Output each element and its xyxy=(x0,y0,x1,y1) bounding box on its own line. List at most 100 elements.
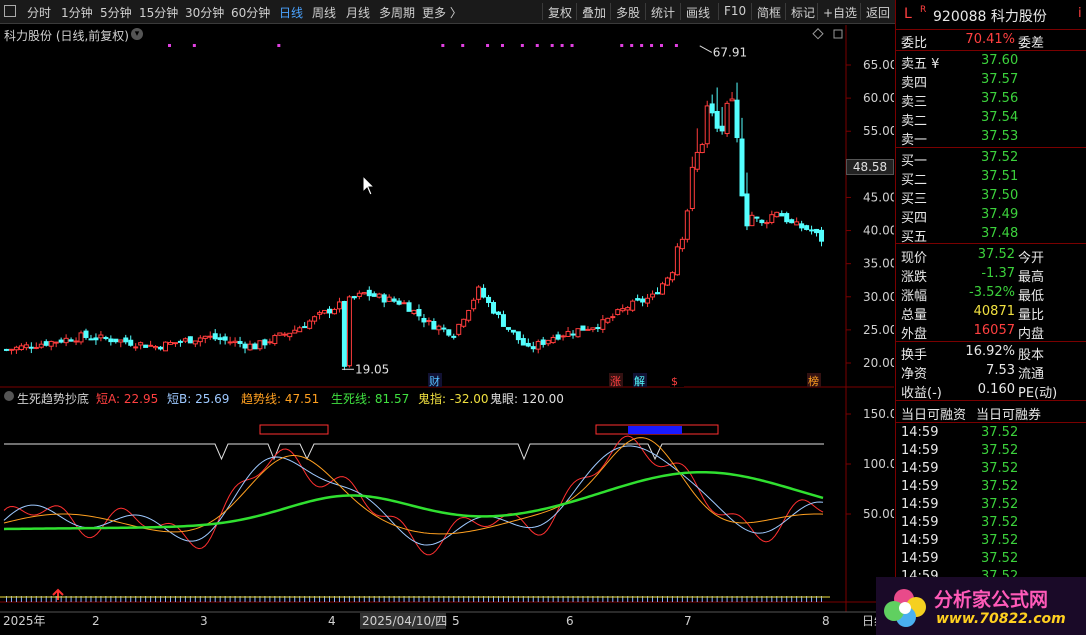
x-axis-label: 5 xyxy=(452,614,460,628)
period-tab-1[interactable]: 1分钟 xyxy=(61,4,93,21)
candle-body xyxy=(98,334,104,339)
signal-dot xyxy=(461,44,465,47)
signal-dot xyxy=(674,44,678,47)
candle-body xyxy=(570,333,576,336)
trend-curve xyxy=(3,437,824,535)
toolbar-button-2[interactable]: 多股 xyxy=(616,4,640,21)
period-tab-4[interactable]: 30分钟 xyxy=(185,4,224,21)
margin-finance-label[interactable]: 当日可融资 xyxy=(901,404,966,423)
toolbar-separator xyxy=(751,3,752,20)
toolbar-button-8[interactable]: +自选 xyxy=(823,4,857,21)
eye-label: 鬼眼: 120.00 xyxy=(490,392,564,406)
margin-short-label[interactable]: 当日可融券 xyxy=(976,404,1041,423)
candle-body xyxy=(481,287,487,298)
indicator-name: 生死趋势抄底 xyxy=(17,392,90,406)
candle-body xyxy=(351,296,357,299)
candle-body xyxy=(212,333,218,340)
period-tab-9[interactable]: 多周期 xyxy=(379,4,415,21)
candle-body xyxy=(804,225,810,230)
signal-box xyxy=(259,424,329,435)
candle-body xyxy=(590,327,596,331)
toolbar-button-5[interactable]: F10 xyxy=(724,4,746,18)
ask-row-0: 卖五 ¥ 37.60 xyxy=(896,52,1086,72)
period-tab-0[interactable]: 分时 xyxy=(27,4,51,21)
candle-body xyxy=(187,336,193,344)
period-tab-7[interactable]: 周线 xyxy=(312,4,336,21)
toolbar-menu-toggle[interactable] xyxy=(4,5,16,17)
candle-body xyxy=(525,342,531,347)
fundamental-value: 7.53 xyxy=(986,363,1015,378)
signal-dot xyxy=(168,44,171,47)
info-icon[interactable]: i xyxy=(1078,6,1082,21)
candle-body xyxy=(113,338,119,343)
toolbar-separator xyxy=(645,3,646,20)
candle-body xyxy=(252,343,258,350)
diamond-icon xyxy=(812,28,824,40)
candle-body xyxy=(167,341,173,345)
candle-body xyxy=(53,341,59,344)
signal-dot xyxy=(520,44,524,47)
candle-body xyxy=(600,319,606,330)
toolbar-button-0[interactable]: 复权 xyxy=(548,4,572,21)
candle-body xyxy=(456,323,462,335)
toolbar-button-4[interactable]: 画线 xyxy=(686,4,710,21)
candle-body xyxy=(43,341,49,346)
toolbar-separator xyxy=(542,3,543,20)
candle-body xyxy=(182,338,188,342)
candle-body xyxy=(674,246,680,276)
ask-row-4-label: 卖一 xyxy=(901,133,928,148)
candle-body xyxy=(684,210,690,240)
candle-body xyxy=(336,301,342,310)
toolbar-button-7[interactable]: 标记 xyxy=(791,4,815,21)
toolbar-button-3[interactable]: 统计 xyxy=(651,4,675,21)
event-marker-1: 涨 xyxy=(610,375,621,388)
period-tab-10[interactable]: 更多 〉 xyxy=(422,4,462,21)
candle-body xyxy=(759,219,765,224)
kline-chart[interactable]: 65.00 60.00 55.00 50.00 45.00 40.00 35.00 30.00… xyxy=(0,25,897,635)
candle-body xyxy=(704,105,710,145)
candle-body xyxy=(267,341,273,344)
fundamental-value: 0.160 xyxy=(977,382,1015,397)
signal-dot xyxy=(192,44,196,47)
candle-body xyxy=(143,344,149,348)
x-axis-label: 3 xyxy=(200,614,208,628)
collapse-icon[interactable]: ▾ xyxy=(131,28,143,40)
x-axis-label: 2025年 xyxy=(3,614,46,628)
toolbar-button-6[interactable]: 简框 xyxy=(757,4,781,21)
toolbar-button-1[interactable]: 叠加 xyxy=(582,4,606,21)
candle-body xyxy=(222,336,228,341)
x-axis-label: 2025/04/10/四 xyxy=(362,614,447,628)
candle-body xyxy=(327,308,333,314)
candle-body xyxy=(640,298,646,303)
period-tab-6[interactable]: 日线 xyxy=(279,4,303,21)
bid-row-3: 买四 37.49 xyxy=(896,206,1086,226)
stat-label: 外盘 xyxy=(901,327,928,342)
x-axis-label: 7 xyxy=(684,614,692,628)
period-tab-2[interactable]: 5分钟 xyxy=(100,4,132,21)
candle-body xyxy=(192,340,198,345)
life-label: 生死线: 81.57 xyxy=(331,392,410,406)
ask-row-2: 卖三 37.56 xyxy=(896,90,1086,110)
candle-body xyxy=(416,308,422,317)
stock-code-name[interactable]: 920088 科力股份 xyxy=(933,6,1047,26)
candle-body xyxy=(93,337,99,341)
period-tab-3[interactable]: 15分钟 xyxy=(139,4,178,21)
indicator-collapse-icon[interactable] xyxy=(4,391,14,401)
candle-body xyxy=(749,214,755,227)
period-tab-8[interactable]: 月线 xyxy=(346,4,370,21)
price-tick-label: 20.00 xyxy=(863,356,894,370)
stat-label: 涨幅 xyxy=(901,289,928,304)
signal-dot xyxy=(535,44,539,47)
candle-body xyxy=(550,336,556,344)
candle-body xyxy=(605,317,611,323)
candle-body xyxy=(615,309,621,316)
fundamental-label: 收益(-) xyxy=(901,386,942,401)
ask-row-3: 卖二 37.54 xyxy=(896,109,1086,129)
period-tab-5[interactable]: 60分钟 xyxy=(231,4,270,21)
fundamental-label: 换手 xyxy=(901,348,928,363)
candle-body xyxy=(13,346,19,351)
toolbar-button-9[interactable]: 返回 xyxy=(866,4,890,21)
candle-body xyxy=(158,346,164,350)
candle-body xyxy=(302,326,308,329)
chart-area[interactable]: 65.00 60.00 55.00 50.00 45.00 40.00 35.00 30.00… xyxy=(0,25,897,635)
